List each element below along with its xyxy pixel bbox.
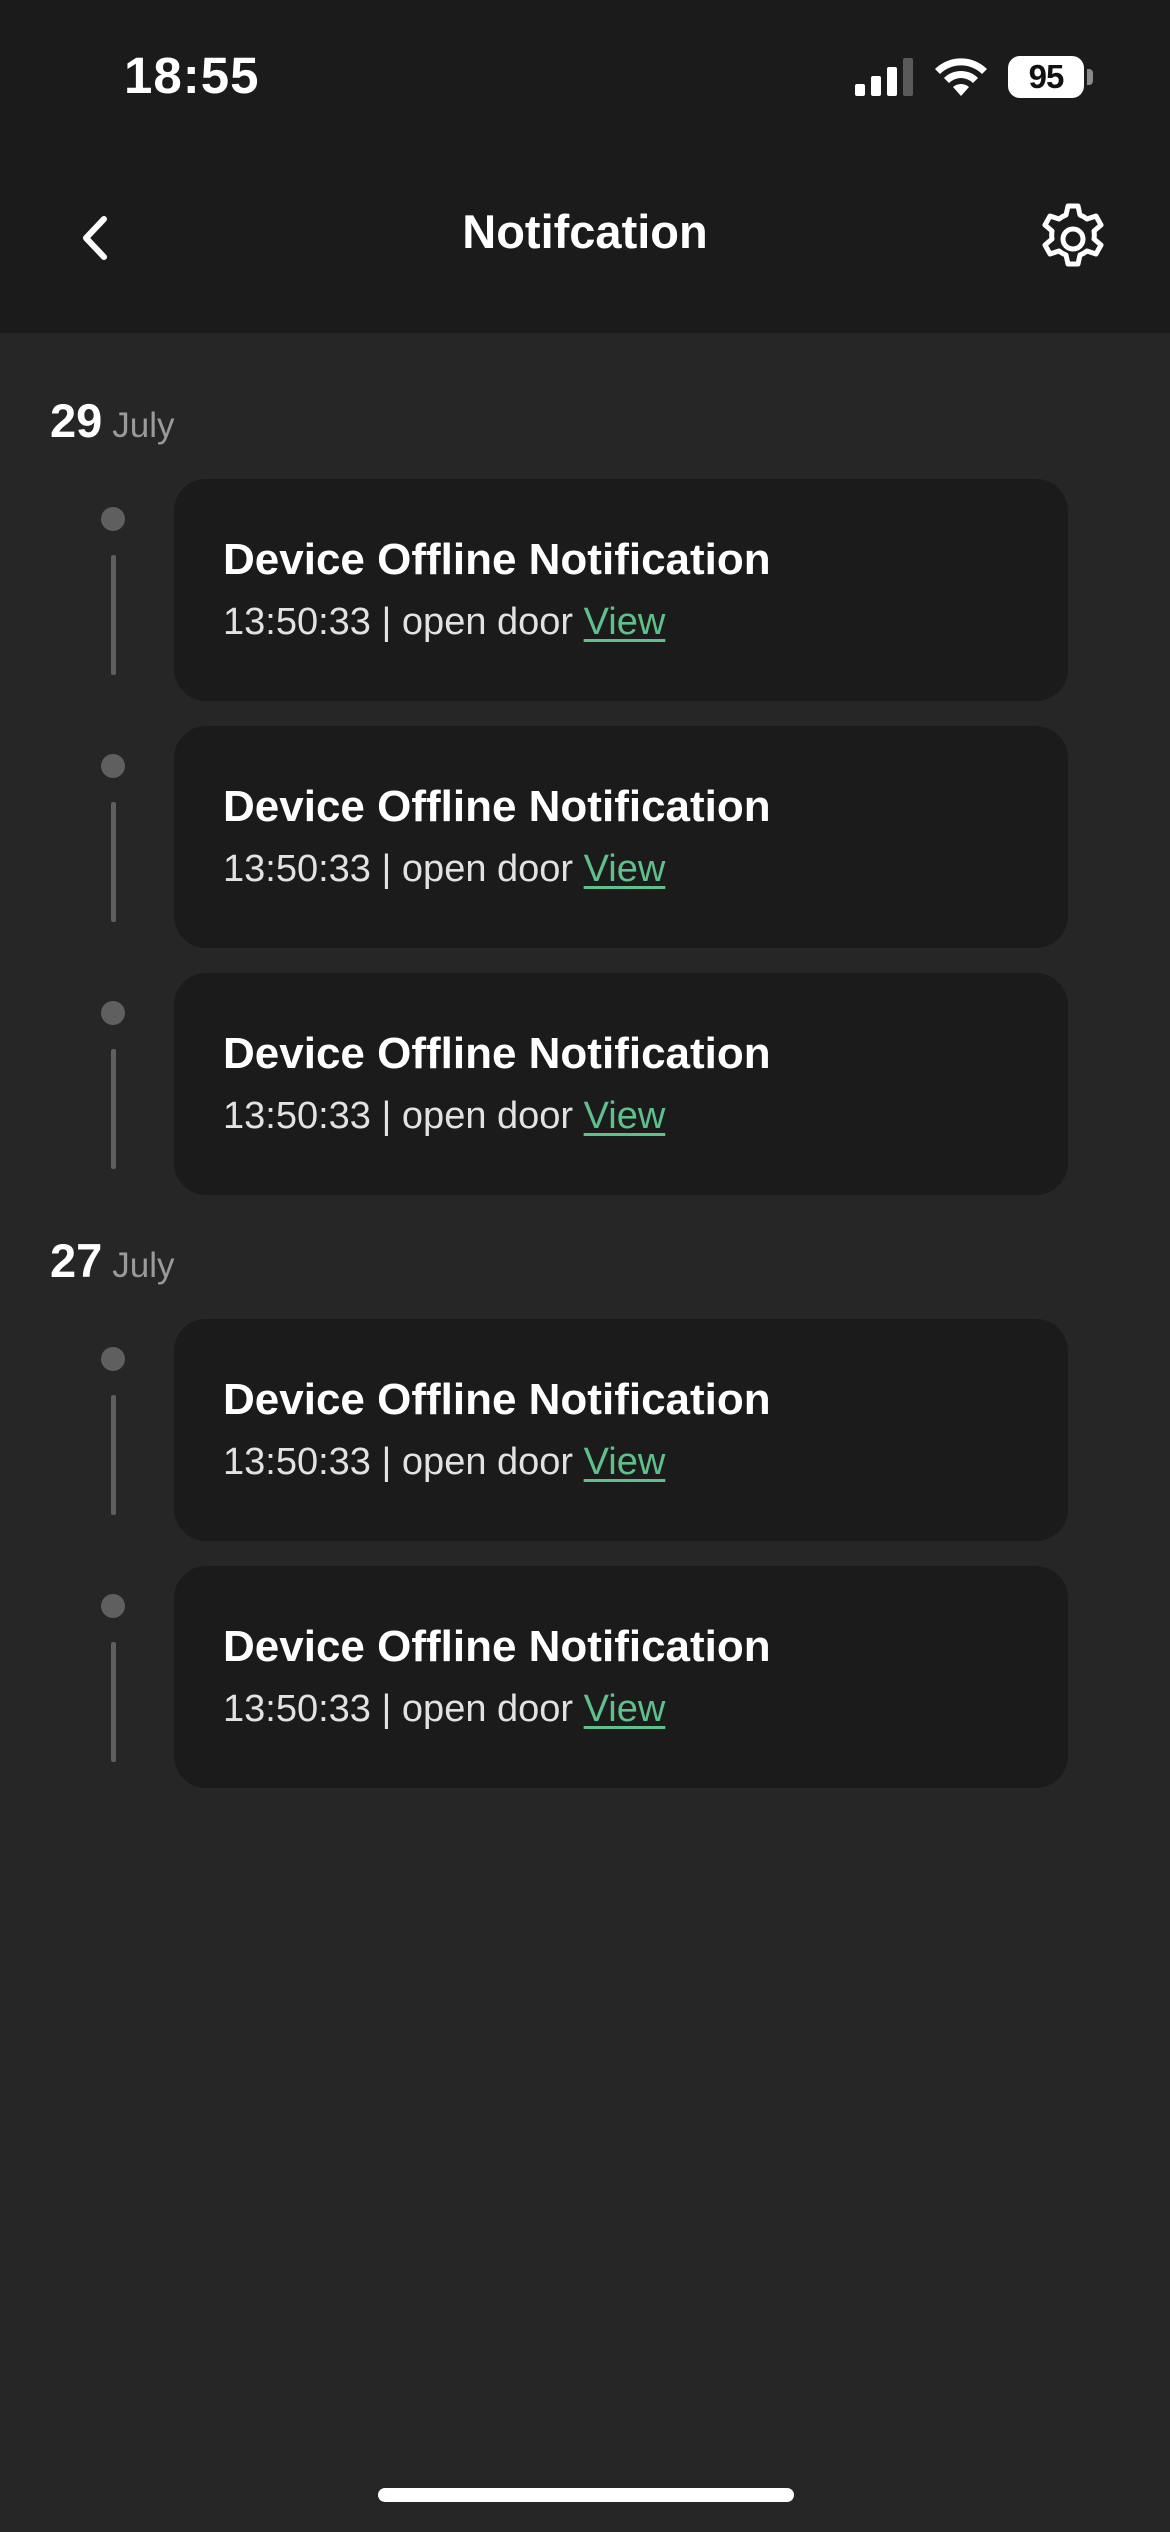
timeline-dot bbox=[101, 1347, 125, 1371]
notification-details: 13:50:33 | open door View bbox=[223, 1095, 665, 1138]
date-header: 27 July bbox=[50, 1233, 175, 1288]
notification-time: 13:50:33 bbox=[223, 848, 371, 890]
battery-cap bbox=[1087, 69, 1093, 85]
notification-title: Device Offline Notification bbox=[223, 1375, 771, 1424]
home-indicator[interactable] bbox=[378, 2488, 794, 2502]
notification-card[interactable]: Device Offline Notification 13:50:33 | o… bbox=[174, 479, 1068, 701]
status-time: 18:55 bbox=[124, 47, 260, 104]
notification-event: open door bbox=[401, 1441, 574, 1483]
notification-time: 13:50:33 bbox=[223, 1095, 371, 1137]
settings-button[interactable] bbox=[1034, 200, 1112, 278]
timeline-dot bbox=[101, 1001, 125, 1025]
notification-title: Device Offline Notification bbox=[223, 1622, 771, 1671]
view-link[interactable]: View bbox=[584, 601, 666, 643]
separator: | bbox=[381, 1441, 392, 1483]
timeline-line bbox=[111, 802, 116, 922]
notification-card[interactable]: Device Offline Notification 13:50:33 | o… bbox=[174, 1566, 1068, 1788]
date-day: 29 bbox=[50, 394, 103, 447]
notification-details: 13:50:33 | open door View bbox=[223, 1688, 665, 1731]
navigation-bar: Notifcation bbox=[0, 180, 1170, 295]
timeline-dot bbox=[101, 754, 125, 778]
notification-title: Device Offline Notification bbox=[223, 782, 771, 831]
notification-time: 13:50:33 bbox=[223, 1441, 371, 1483]
notification-event: open door bbox=[401, 1688, 574, 1730]
view-link[interactable]: View bbox=[584, 1095, 666, 1137]
battery-icon: 95 bbox=[1008, 56, 1094, 98]
date-month: July bbox=[112, 406, 175, 445]
view-link[interactable]: View bbox=[584, 1688, 666, 1730]
cellular-signal-icon bbox=[855, 58, 913, 96]
timeline-line bbox=[111, 1049, 116, 1169]
separator: | bbox=[381, 1688, 392, 1730]
status-bar: 18:55 95 bbox=[0, 0, 1170, 150]
date-month: July bbox=[112, 1246, 175, 1285]
date-header: 29 July bbox=[50, 393, 175, 448]
timeline-line bbox=[111, 1395, 116, 1515]
notification-item: Device Offline Notification 13:50:33 | o… bbox=[0, 1566, 1170, 1788]
notification-time: 13:50:33 bbox=[223, 601, 371, 643]
view-link[interactable]: View bbox=[584, 1441, 666, 1483]
separator: | bbox=[381, 601, 392, 643]
separator: | bbox=[381, 848, 392, 890]
page-title: Notifcation bbox=[462, 205, 708, 258]
notification-title: Device Offline Notification bbox=[223, 535, 771, 584]
notification-event: open door bbox=[401, 601, 574, 643]
notification-details: 13:50:33 | open door View bbox=[223, 848, 665, 891]
notification-time: 13:50:33 bbox=[223, 1688, 371, 1730]
timeline-line bbox=[111, 1642, 116, 1762]
notification-item: Device Offline Notification 13:50:33 | o… bbox=[0, 1319, 1170, 1541]
view-link[interactable]: View bbox=[584, 848, 666, 890]
notification-item: Device Offline Notification 13:50:33 | o… bbox=[0, 479, 1170, 701]
notification-title: Device Offline Notification bbox=[223, 1029, 771, 1078]
notification-item: Device Offline Notification 13:50:33 | o… bbox=[0, 726, 1170, 948]
separator: | bbox=[381, 1095, 392, 1137]
timeline-line bbox=[111, 555, 116, 675]
timeline-dot bbox=[101, 507, 125, 531]
gear-icon bbox=[1042, 203, 1104, 267]
top-bar: 18:55 95 Notifcation bbox=[0, 0, 1170, 333]
notification-event: open door bbox=[401, 1095, 574, 1137]
date-day: 27 bbox=[50, 1234, 103, 1287]
notification-card[interactable]: Device Offline Notification 13:50:33 | o… bbox=[174, 726, 1068, 948]
timeline-dot bbox=[101, 1594, 125, 1618]
notification-card[interactable]: Device Offline Notification 13:50:33 | o… bbox=[174, 1319, 1068, 1541]
notification-details: 13:50:33 | open door View bbox=[223, 1441, 665, 1484]
battery-level: 95 bbox=[1008, 56, 1084, 98]
wifi-icon bbox=[935, 58, 987, 96]
notification-details: 13:50:33 | open door View bbox=[223, 601, 665, 644]
notification-item: Device Offline Notification 13:50:33 | o… bbox=[0, 973, 1170, 1195]
notification-event: open door bbox=[401, 848, 574, 890]
notification-card[interactable]: Device Offline Notification 13:50:33 | o… bbox=[174, 973, 1068, 1195]
